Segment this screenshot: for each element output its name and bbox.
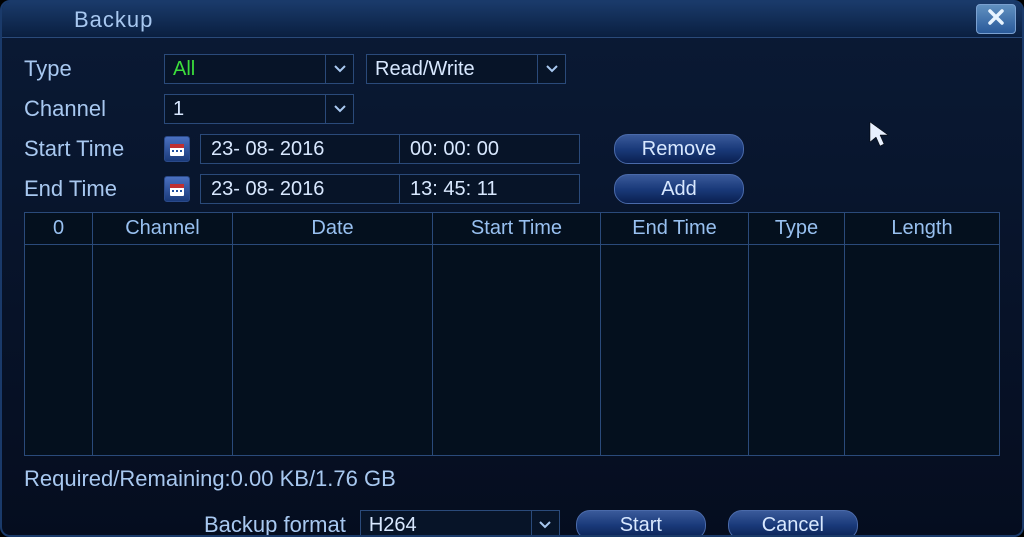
col-channel: Channel	[93, 213, 233, 244]
col-end: End Time	[601, 213, 749, 244]
type-row: Type All Read/Write	[24, 52, 1000, 86]
start-button[interactable]: Start	[576, 510, 706, 537]
chevron-down-icon	[325, 55, 353, 83]
backup-format-select[interactable]: H264	[360, 510, 560, 537]
table-header-row: 0 Channel Date Start Time End Time Type …	[25, 213, 999, 245]
col-length: Length	[845, 213, 999, 244]
col-start: Start Time	[433, 213, 601, 244]
start-date-input[interactable]: 23- 08- 2016	[200, 134, 400, 164]
status-text: Required/Remaining:0.00 KB/1.76 GB	[24, 466, 1000, 492]
calendar-icon[interactable]	[164, 176, 190, 202]
footer-row: Backup format H264 Start Cancel	[24, 510, 1000, 537]
results-table: 0 Channel Date Start Time End Time Type …	[24, 212, 1000, 456]
start-time-label: Start Time	[24, 136, 164, 162]
remove-button[interactable]: Remove	[614, 134, 744, 164]
table-body	[25, 245, 999, 455]
end-time-row: End Time 23- 08- 2016 13: 45: 11 Add	[24, 172, 1000, 206]
close-button[interactable]	[976, 4, 1016, 34]
mode-select[interactable]: Read/Write	[366, 54, 566, 84]
end-time-input[interactable]: 13: 45: 11	[400, 174, 580, 204]
channel-value: 1	[173, 98, 319, 121]
mode-value: Read/Write	[375, 58, 531, 81]
chevron-down-icon	[537, 55, 565, 83]
calendar-icon[interactable]	[164, 136, 190, 162]
channel-row: Channel 1	[24, 92, 1000, 126]
chevron-down-icon	[325, 95, 353, 123]
col-index: 0	[25, 213, 93, 244]
end-date-input[interactable]: 23- 08- 2016	[200, 174, 400, 204]
backup-window: Backup Type All Read/Write	[0, 0, 1024, 537]
backup-format-value: H264	[369, 514, 525, 537]
type-value: All	[173, 58, 319, 81]
content-area: Type All Read/Write Channel 1	[2, 38, 1022, 537]
cancel-button[interactable]: Cancel	[728, 510, 858, 537]
col-type: Type	[749, 213, 845, 244]
channel-label: Channel	[24, 96, 164, 122]
close-icon	[987, 8, 1005, 31]
type-label: Type	[24, 56, 164, 82]
window-title: Backup	[74, 7, 153, 33]
type-select[interactable]: All	[164, 54, 354, 84]
col-date: Date	[233, 213, 433, 244]
add-button[interactable]: Add	[614, 174, 744, 204]
chevron-down-icon	[531, 511, 559, 537]
start-time-row: Start Time 23- 08- 2016 00: 00: 00 Remov…	[24, 132, 1000, 166]
title-bar: Backup	[2, 2, 1022, 38]
channel-select[interactable]: 1	[164, 94, 354, 124]
backup-format-label: Backup format	[204, 512, 346, 537]
start-time-input[interactable]: 00: 00: 00	[400, 134, 580, 164]
end-time-label: End Time	[24, 176, 164, 202]
